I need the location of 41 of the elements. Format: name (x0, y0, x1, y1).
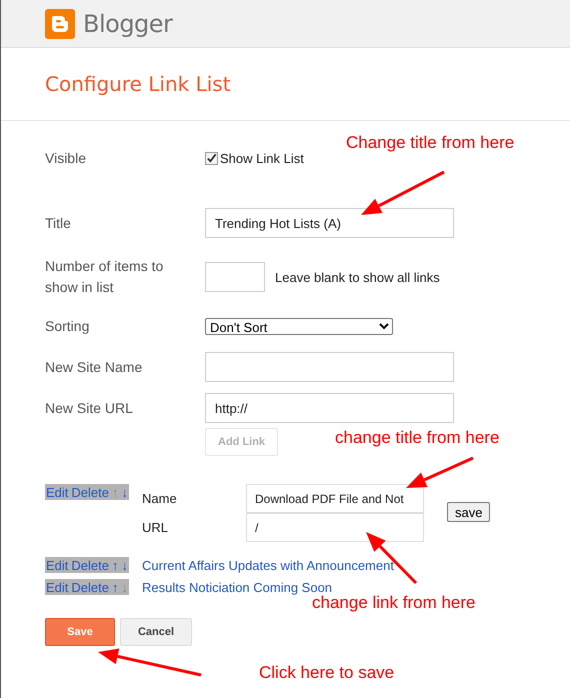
link-title[interactable]: Current Affairs Updates with Announcement (142, 558, 394, 572)
checkbox[interactable] (205, 152, 218, 164)
move-up-link[interactable]: ↑ (112, 558, 118, 572)
site-url-field[interactable]: http:// (205, 393, 454, 423)
delete-link[interactable]: Delete (71, 484, 109, 500)
edit-link[interactable]: Edit (46, 580, 68, 594)
delete-link[interactable]: Delete (71, 558, 109, 572)
url-field[interactable]: / (246, 513, 424, 542)
annotation-text: change title from here (335, 427, 500, 449)
cancel-button[interactable]: Cancel (120, 618, 192, 646)
annotation-text: change link from here (312, 592, 476, 614)
field-label: Title (45, 214, 72, 232)
field-label: Number of items to show in list (45, 257, 164, 297)
field-label: New Site URL (45, 398, 134, 418)
field-label: Sorting (45, 316, 90, 336)
annotation-text: Click here to save (259, 662, 394, 684)
url-label: URL (142, 520, 170, 535)
sorting-dropdown[interactable]: Don't Sort (205, 318, 393, 334)
name-field[interactable]: Download PDF File and Not (246, 484, 424, 513)
title-field[interactable]: Trending Hot Lists (A) (205, 208, 454, 238)
blogger-logo-icon (45, 8, 75, 38)
save-link-button[interactable]: save (447, 502, 490, 522)
site-name-field[interactable] (205, 352, 454, 382)
field-label: Visible (45, 148, 87, 168)
arrow (406, 456, 474, 488)
move-down-link[interactable]: ↓ (121, 558, 128, 572)
delete-link[interactable]: Delete (71, 580, 109, 594)
brand-name: Blogger (83, 10, 172, 38)
checkbox-label: Show Link List (220, 150, 304, 166)
count-field[interactable] (205, 262, 265, 292)
edit-link[interactable]: Edit (46, 484, 68, 500)
move-down-link[interactable]: ↓ (121, 484, 128, 500)
move-up-link[interactable]: ↑ (112, 580, 118, 594)
annotation-text: Change title from here (346, 132, 514, 154)
field-label: New Site Name (45, 358, 144, 376)
name-label: Name (142, 491, 178, 506)
save-button[interactable]: Save (45, 618, 115, 646)
link-title[interactable]: Results Noticiation Coming Soon (142, 580, 332, 594)
edit-link[interactable]: Edit (46, 558, 68, 572)
page-title: Configure Link List (45, 72, 231, 96)
hint-text: Leave blank to show all links (275, 270, 440, 284)
